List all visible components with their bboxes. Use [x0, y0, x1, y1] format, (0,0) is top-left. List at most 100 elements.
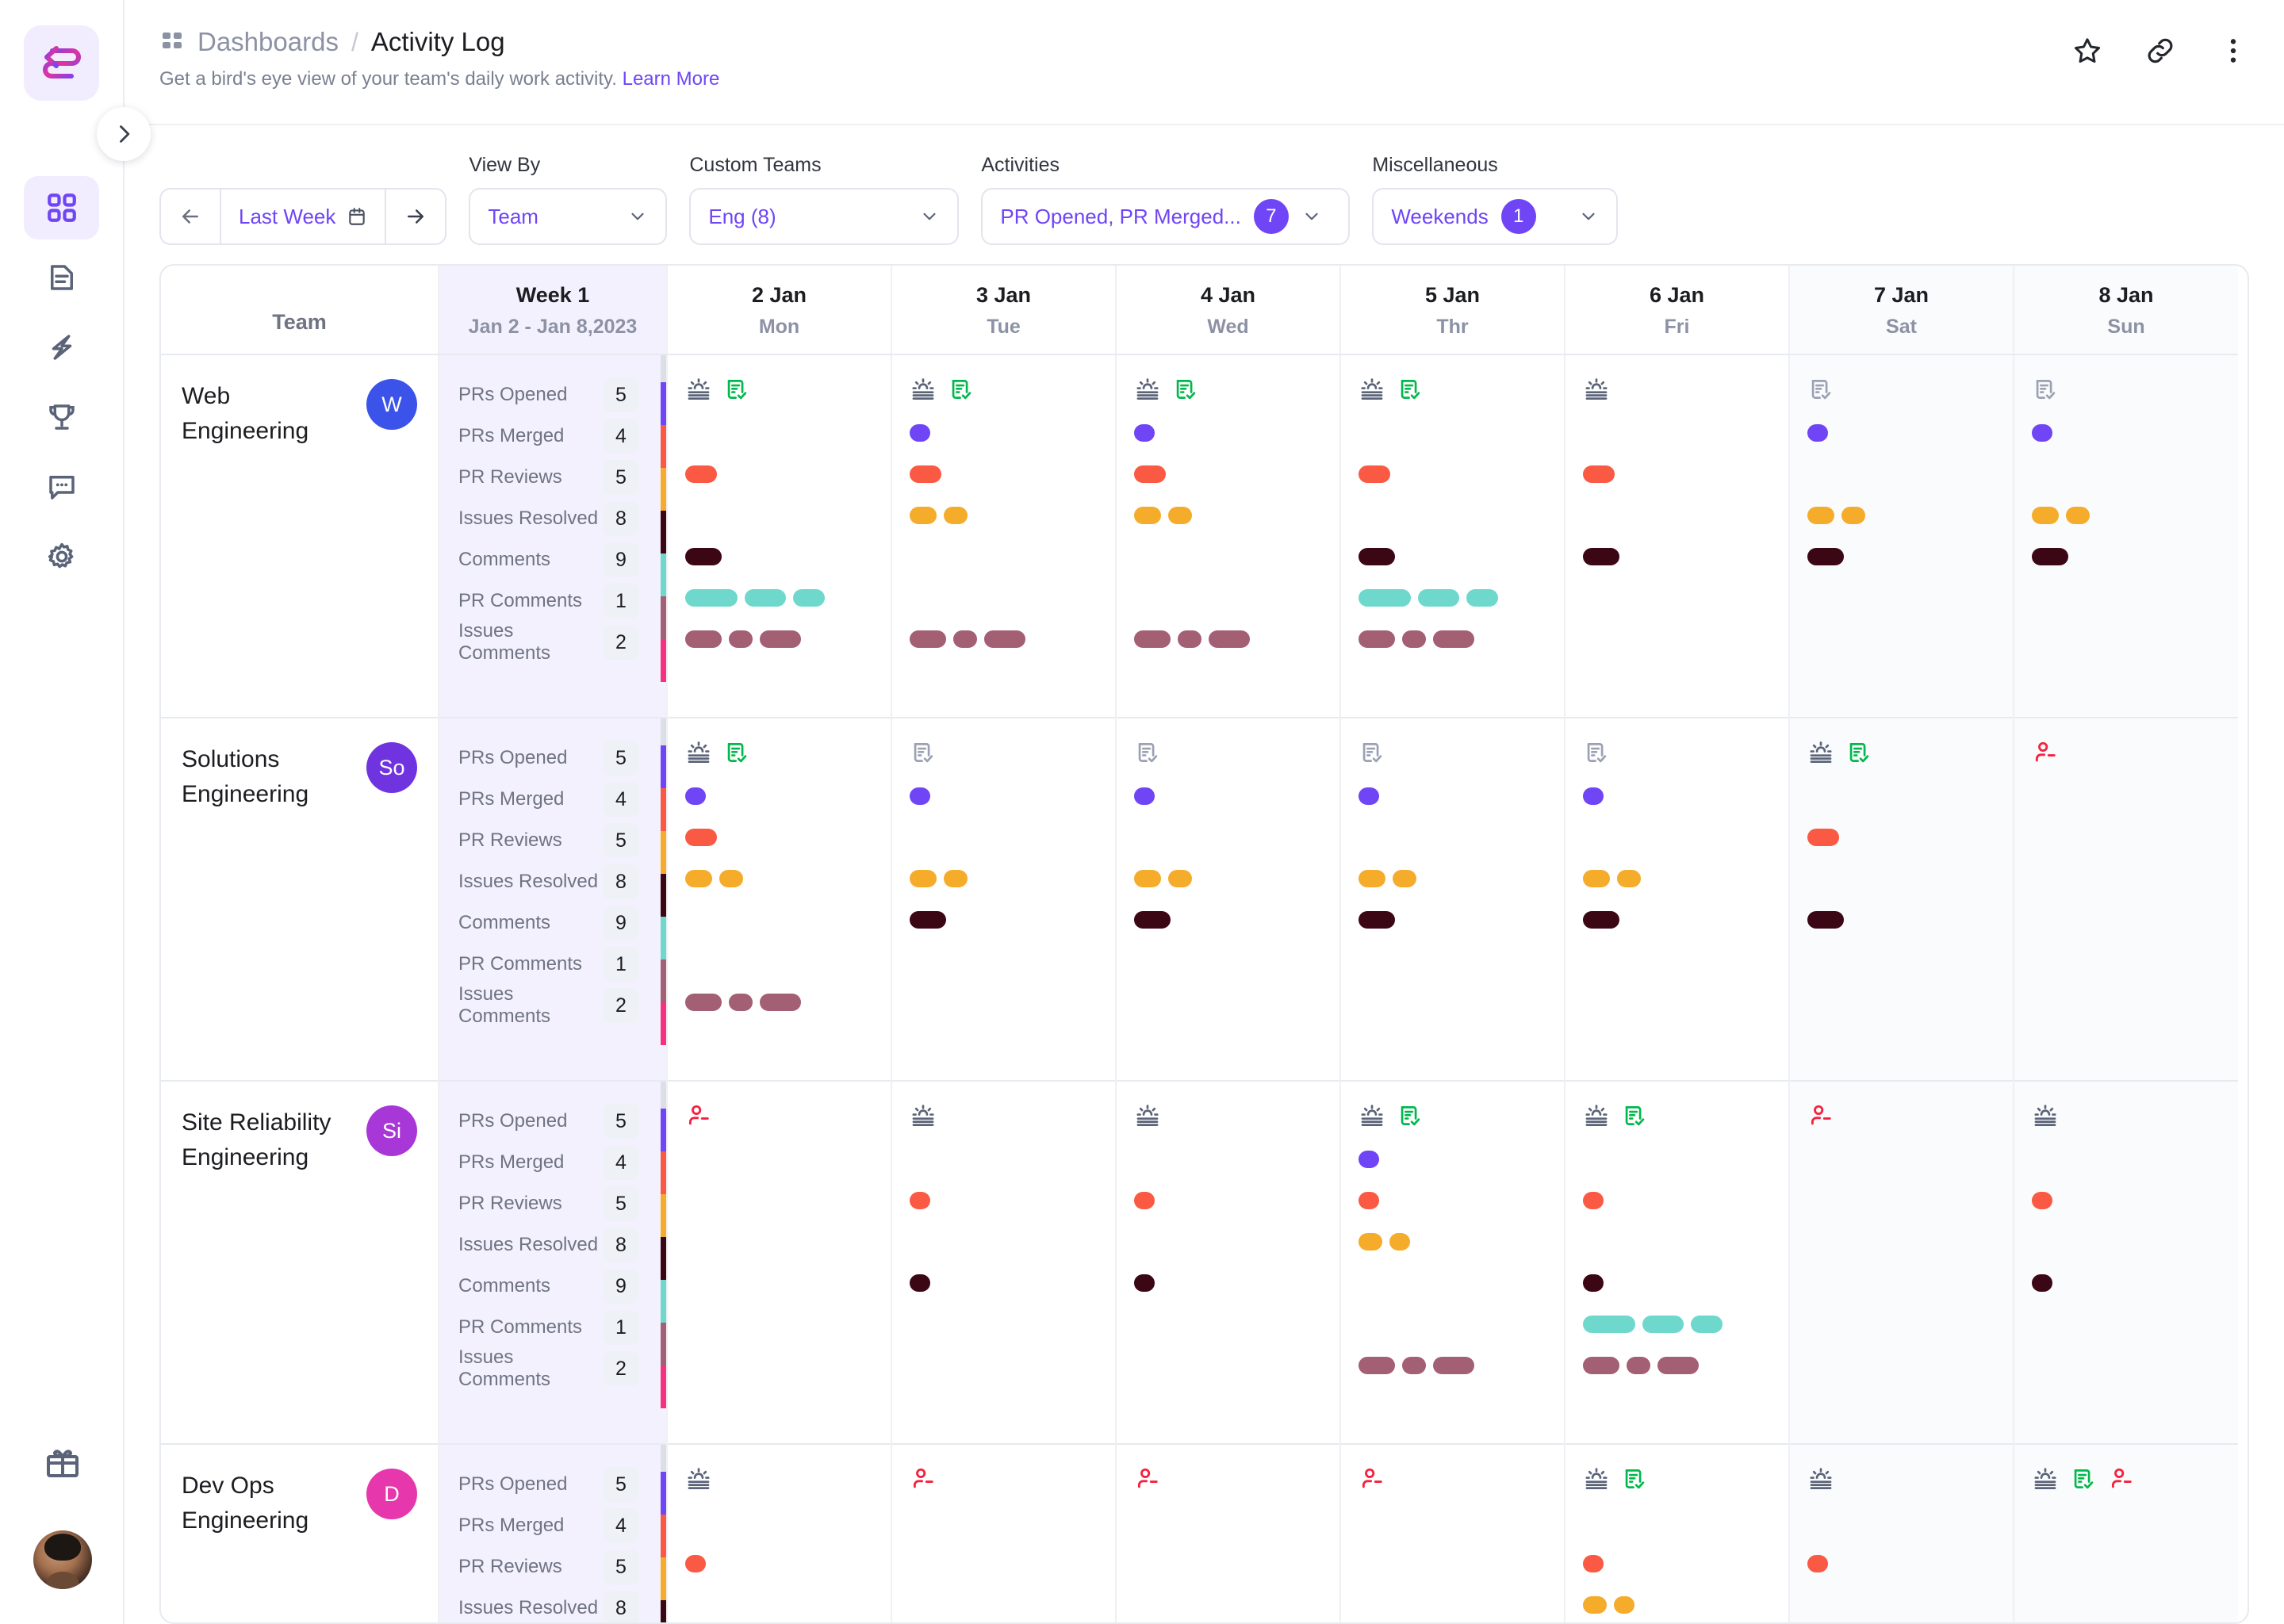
- day-cell[interactable]: [891, 354, 1116, 718]
- day-cell[interactable]: [1115, 354, 1340, 718]
- day-cell[interactable]: [1564, 1080, 1789, 1444]
- sidebar-collapse-button[interactable]: [97, 107, 151, 161]
- activity-marker[interactable]: [1807, 911, 1844, 929]
- activities-select[interactable]: PR Opened, PR Merged... 7: [981, 188, 1351, 245]
- activity-marker[interactable]: [2032, 548, 2068, 565]
- activity-marker[interactable]: [1134, 787, 1155, 805]
- activity-marker[interactable]: [1359, 1192, 1379, 1209]
- day-cell[interactable]: [666, 354, 891, 718]
- next-week-button[interactable]: [385, 190, 445, 243]
- activity-marker[interactable]: [944, 870, 968, 887]
- activity-marker[interactable]: [910, 870, 937, 887]
- team-cell[interactable]: Dev Ops Engineering D: [161, 1443, 439, 1622]
- sidebar-item-settings[interactable]: [24, 525, 99, 588]
- team-cell[interactable]: Solutions Engineering So: [161, 717, 439, 1081]
- activity-marker[interactable]: [953, 630, 977, 648]
- activity-marker[interactable]: [760, 994, 801, 1011]
- activity-marker[interactable]: [1359, 1357, 1395, 1374]
- activity-marker[interactable]: [1418, 589, 1459, 607]
- activity-marker[interactable]: [729, 994, 753, 1011]
- activity-marker[interactable]: [1359, 870, 1385, 887]
- activity-marker[interactable]: [1583, 1192, 1604, 1209]
- activity-marker[interactable]: [1178, 630, 1201, 648]
- activity-marker[interactable]: [1583, 1357, 1619, 1374]
- activity-marker[interactable]: [1402, 630, 1426, 648]
- custom-teams-select[interactable]: Eng (8): [689, 188, 960, 245]
- activity-marker[interactable]: [1583, 548, 1619, 565]
- activity-marker[interactable]: [793, 589, 825, 607]
- activity-marker[interactable]: [910, 424, 930, 442]
- day-cell[interactable]: [1115, 717, 1340, 1081]
- activity-marker[interactable]: [1583, 1316, 1635, 1333]
- day-cell[interactable]: [1788, 1080, 2014, 1444]
- activity-marker[interactable]: [1807, 548, 1844, 565]
- activity-marker[interactable]: [685, 829, 717, 846]
- activity-marker[interactable]: [1841, 507, 1865, 524]
- sidebar-item-goals[interactable]: [24, 385, 99, 449]
- copy-link-button[interactable]: [2144, 35, 2176, 67]
- activity-marker[interactable]: [729, 630, 753, 648]
- sidebar-item-reports[interactable]: [24, 246, 99, 309]
- activity-marker[interactable]: [910, 465, 941, 483]
- activity-marker[interactable]: [910, 1274, 930, 1292]
- activity-marker[interactable]: [685, 589, 738, 607]
- activity-marker[interactable]: [1583, 1596, 1607, 1614]
- activity-marker[interactable]: [1617, 870, 1641, 887]
- day-cell[interactable]: [1339, 354, 1565, 718]
- day-cell[interactable]: [666, 1080, 891, 1444]
- activity-marker[interactable]: [760, 630, 801, 648]
- sidebar-item-activity[interactable]: [24, 316, 99, 379]
- activity-marker[interactable]: [685, 465, 717, 483]
- activity-marker[interactable]: [685, 787, 706, 805]
- activity-marker[interactable]: [685, 630, 722, 648]
- more-options-button[interactable]: [2217, 35, 2249, 67]
- day-cell[interactable]: [2013, 354, 2238, 718]
- activity-marker[interactable]: [1134, 507, 1161, 524]
- activity-marker[interactable]: [1583, 870, 1610, 887]
- activity-marker[interactable]: [1168, 507, 1192, 524]
- day-cell[interactable]: [891, 1443, 1116, 1622]
- avatar[interactable]: [33, 1530, 92, 1589]
- activity-marker[interactable]: [1359, 911, 1395, 929]
- activity-marker[interactable]: [1807, 829, 1839, 846]
- day-cell[interactable]: [1564, 717, 1789, 1081]
- day-cell[interactable]: [1788, 1443, 2014, 1622]
- activity-marker[interactable]: [1134, 424, 1155, 442]
- activity-marker[interactable]: [1583, 465, 1615, 483]
- sidebar-item-feedback[interactable]: [24, 455, 99, 519]
- whats-new-button[interactable]: [44, 1444, 82, 1486]
- activity-marker[interactable]: [685, 994, 722, 1011]
- app-logo[interactable]: [24, 25, 99, 101]
- sidebar-item-dashboards[interactable]: [24, 176, 99, 239]
- day-cell[interactable]: [1339, 1443, 1565, 1622]
- activity-marker[interactable]: [1627, 1357, 1650, 1374]
- week-navigator[interactable]: Last Week: [159, 188, 447, 245]
- activity-marker[interactable]: [1359, 548, 1395, 565]
- view-by-select[interactable]: Team: [469, 188, 668, 245]
- activity-marker[interactable]: [1134, 1192, 1155, 1209]
- activity-marker[interactable]: [1583, 787, 1604, 805]
- day-cell[interactable]: [1788, 354, 2014, 718]
- activity-marker[interactable]: [1807, 507, 1834, 524]
- activity-marker[interactable]: [1642, 1316, 1684, 1333]
- activity-marker[interactable]: [984, 630, 1025, 648]
- activity-marker[interactable]: [1134, 911, 1171, 929]
- learn-more-link[interactable]: Learn More: [623, 68, 720, 90]
- activity-marker[interactable]: [944, 507, 968, 524]
- day-cell[interactable]: [2013, 717, 2238, 1081]
- activity-marker[interactable]: [1359, 787, 1379, 805]
- day-cell[interactable]: [1564, 354, 1789, 718]
- day-cell[interactable]: [2013, 1443, 2238, 1622]
- activity-marker[interactable]: [1393, 870, 1416, 887]
- activity-marker[interactable]: [1807, 1555, 1828, 1572]
- day-cell[interactable]: [1564, 1443, 1789, 1622]
- activity-marker[interactable]: [2066, 507, 2090, 524]
- day-cell[interactable]: [1339, 1080, 1565, 1444]
- activity-marker[interactable]: [1389, 1233, 1410, 1251]
- activity-marker[interactable]: [1134, 630, 1171, 648]
- day-cell[interactable]: [891, 1080, 1116, 1444]
- activity-marker[interactable]: [910, 1192, 930, 1209]
- activity-marker[interactable]: [1433, 630, 1474, 648]
- day-cell[interactable]: [666, 1443, 891, 1622]
- day-cell[interactable]: [1788, 717, 2014, 1081]
